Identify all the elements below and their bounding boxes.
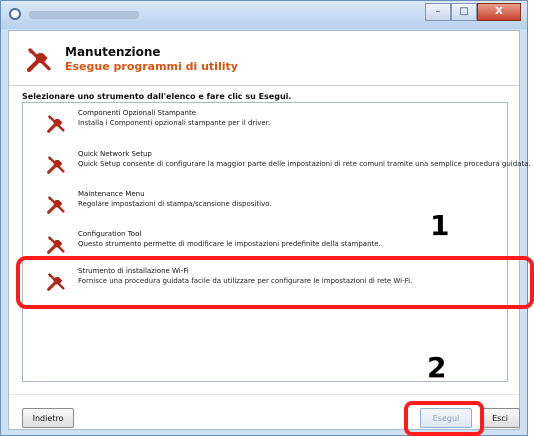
highlight-wifi-item (16, 256, 534, 309)
back-button[interactable]: Indietro (22, 408, 74, 428)
close-button[interactable]: X (477, 3, 521, 21)
item-description: Regolare impostazioni di stampa/scansion… (78, 200, 272, 208)
instruction-text: Selezionare uno strumento dall'elenco e … (22, 92, 292, 101)
item-title: Quick Network Setup (78, 150, 152, 158)
window-controls: – □ X (425, 3, 521, 21)
step-number-2: 2 (427, 351, 447, 384)
window-title (29, 11, 139, 19)
item-title: Configuration Tool (78, 230, 142, 238)
wrench-screwdriver-icon (26, 48, 51, 73)
header-divider (9, 85, 519, 86)
item-description: Installa i Componenti opzionali stampant… (78, 119, 271, 127)
wrench-screwdriver-icon (47, 156, 65, 174)
header: Manutenzione Esegue programmi di utility (9, 31, 519, 87)
page-title: Manutenzione (65, 45, 161, 59)
item-title: Maintenance Menu (78, 190, 145, 198)
footer-divider (9, 394, 519, 395)
exit-button[interactable]: Esci (480, 408, 520, 428)
step-number-1: 1 (430, 209, 450, 242)
item-description: Questo strumento permette di modificare … (78, 240, 381, 248)
title-bar: – □ X (1, 1, 527, 29)
item-title: Componenti Opzionali Stampante (78, 109, 197, 117)
page-subtitle: Esegue programmi di utility (65, 60, 238, 73)
item-description: Quick Setup consente di configurare la m… (78, 160, 531, 168)
minimize-button[interactable]: – (425, 3, 451, 21)
utility-list: Componenti Opzionali Stampante Installa … (22, 102, 531, 382)
highlight-run-button (404, 401, 484, 436)
maximize-button[interactable]: □ (451, 3, 477, 21)
wrench-screwdriver-icon (47, 115, 65, 133)
list-item-quick-network-setup[interactable]: Quick Network Setup Quick Setup consente… (23, 147, 531, 185)
wrench-screwdriver-icon (47, 236, 65, 254)
wrench-screwdriver-icon (47, 196, 65, 214)
list-item-componenti-opzionali[interactable]: Componenti Opzionali Stampante Installa … (23, 106, 507, 144)
app-icon (9, 8, 21, 20)
